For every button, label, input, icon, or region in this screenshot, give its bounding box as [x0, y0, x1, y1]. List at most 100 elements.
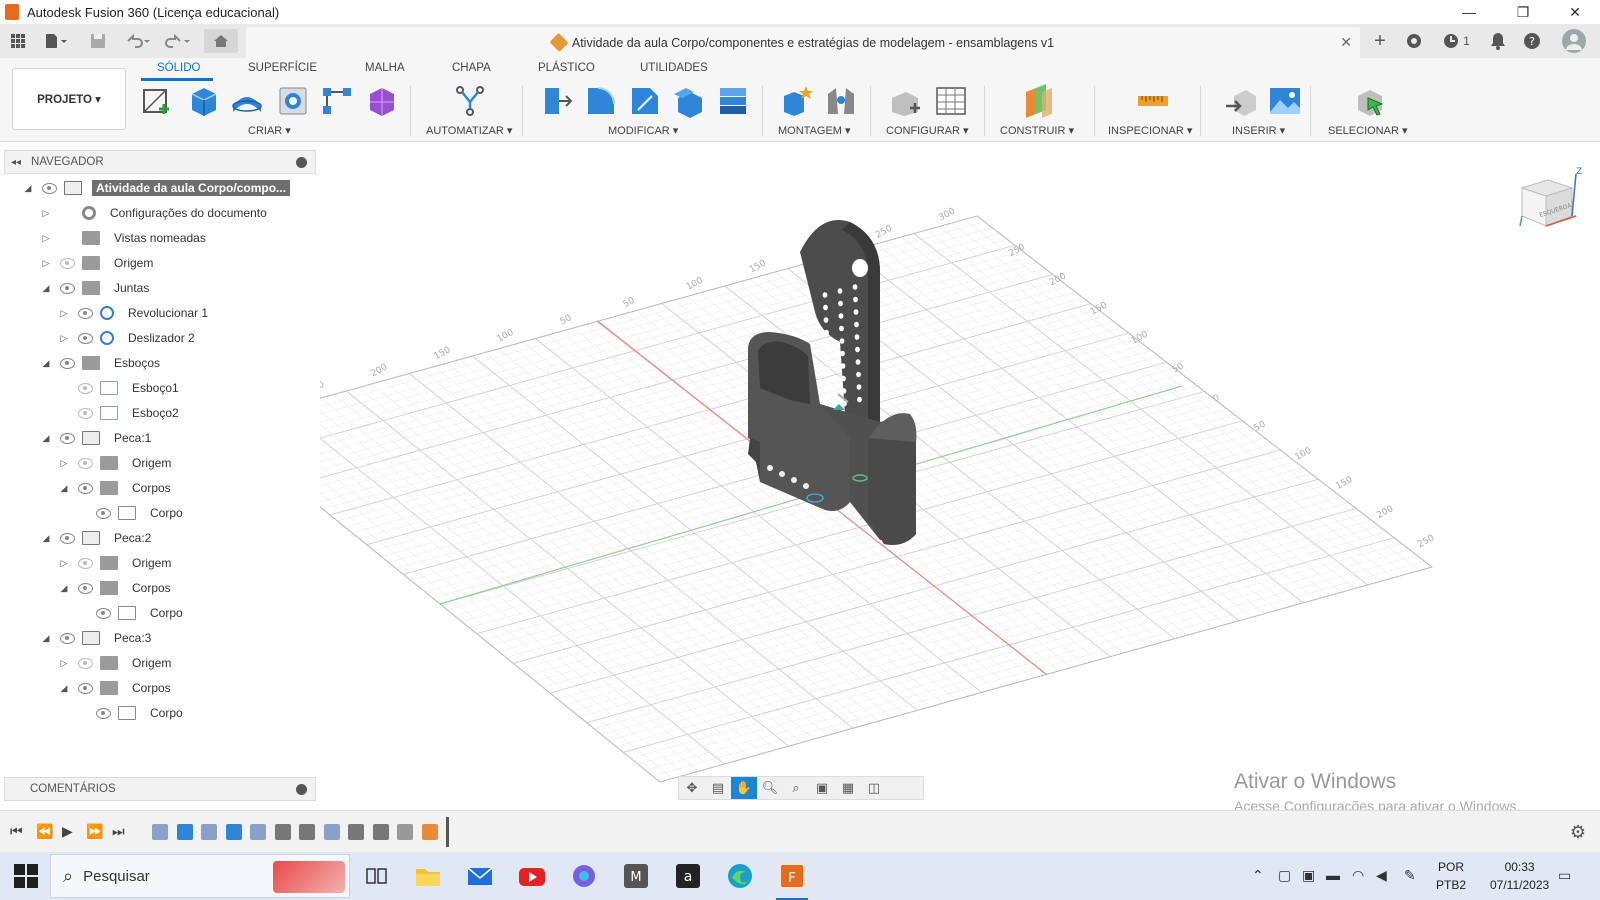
app-m-icon[interactable]: M: [622, 862, 650, 890]
project-menu-button[interactable]: PROJETO ▾: [12, 68, 126, 130]
group-montagem[interactable]: MONTAGEM ▾: [778, 124, 851, 137]
orbit-icon[interactable]: ✥: [679, 777, 705, 799]
sketch-feature-icon[interactable]: [323, 824, 340, 840]
amazon-icon[interactable]: a: [674, 862, 702, 890]
mail-icon[interactable]: [466, 862, 494, 890]
component-feature-icon[interactable]: [299, 824, 315, 840]
task-view-icon[interactable]: [362, 862, 390, 890]
viewports-icon[interactable]: ◫: [861, 777, 887, 799]
copilot-icon[interactable]: [570, 862, 598, 890]
browser-node[interactable]: ▷ Origem: [58, 652, 175, 674]
notification-center-icon[interactable]: ▭: [1558, 867, 1571, 884]
browser-node[interactable]: Corpo: [76, 702, 187, 724]
visibility-eye-icon[interactable]: [76, 557, 94, 569]
expand-toggle-icon[interactable]: ◢: [40, 533, 52, 544]
browser-node[interactable]: ◢ Atividade da aula Corpo/compo...: [22, 177, 291, 199]
chamfer-icon[interactable]: [628, 84, 662, 118]
look-at-icon[interactable]: ▤: [705, 777, 731, 799]
browser-node[interactable]: Esboço1: [58, 377, 183, 399]
browser-node[interactable]: ▷ Origem: [58, 452, 175, 474]
visibility-eye-icon[interactable]: [58, 257, 76, 269]
create-sketch-icon[interactable]: [140, 84, 174, 118]
undo-icon[interactable]: [122, 29, 154, 53]
tab-solido[interactable]: SÓLIDO: [157, 62, 200, 74]
sketch-feature-icon[interactable]: [250, 824, 266, 840]
new-component-icon[interactable]: [780, 84, 814, 118]
revolve-icon[interactable]: [230, 84, 264, 118]
tab-chapa[interactable]: CHAPA: [452, 62, 491, 74]
expand-toggle-icon[interactable]: ◢: [22, 183, 34, 194]
extrude-feature-icon[interactable]: [225, 824, 242, 840]
expand-toggle-icon[interactable]: ▷: [58, 658, 70, 669]
group-inspecionar[interactable]: INSPECIONAR ▾: [1108, 124, 1192, 137]
pattern-icon[interactable]: [320, 84, 354, 118]
expand-toggle-icon[interactable]: ▷: [58, 558, 70, 569]
visibility-eye-icon[interactable]: [94, 607, 112, 619]
construct-plane-icon[interactable]: [1022, 84, 1056, 118]
expand-toggle-icon[interactable]: ◢: [40, 283, 52, 294]
new-tab-icon[interactable]: +: [1368, 29, 1392, 53]
configuration-table-icon[interactable]: [934, 84, 968, 118]
extrude-icon[interactable]: [186, 84, 220, 118]
visibility-eye-icon[interactable]: [94, 507, 112, 519]
insert-image-icon[interactable]: [1268, 84, 1302, 118]
visibility-eye-icon[interactable]: [76, 457, 94, 469]
close-window-button[interactable]: ✕: [1552, 0, 1598, 24]
restore-button[interactable]: ❐: [1500, 0, 1546, 24]
visibility-eye-icon[interactable]: [58, 632, 76, 644]
browser-node[interactable]: ▷ Deslizador 2: [58, 327, 199, 349]
insert-derive-icon[interactable]: [1224, 84, 1258, 118]
visibility-eye-icon[interactable]: [40, 182, 58, 194]
play-icon[interactable]: ▶: [62, 823, 73, 840]
expand-toggle-icon[interactable]: ▷: [58, 308, 70, 319]
visibility-eye-icon[interactable]: [76, 682, 94, 694]
expand-toggle-icon[interactable]: ◢: [40, 358, 52, 369]
hole-icon[interactable]: [276, 84, 310, 118]
visibility-eye-icon[interactable]: [58, 532, 76, 544]
edge-browser-icon[interactable]: [726, 862, 754, 890]
file-menu-icon[interactable]: [40, 29, 72, 53]
pan-icon[interactable]: ✋: [731, 777, 757, 799]
visibility-eye-icon[interactable]: [76, 382, 94, 394]
visibility-eye-icon[interactable]: [94, 707, 112, 719]
browser-node[interactable]: Esboço2: [58, 402, 183, 424]
group-selecionar[interactable]: SELECIONAR ▾: [1328, 124, 1408, 137]
go-to-end-icon[interactable]: ⏭: [112, 823, 125, 840]
tray-display-icon[interactable]: ▣: [1302, 867, 1315, 884]
joint-feature-icon[interactable]: [372, 824, 389, 840]
panel-minimize-icon[interactable]: [296, 157, 307, 168]
browser-node[interactable]: ▷ Configurações do documento: [40, 202, 271, 224]
browser-node[interactable]: ◢ Juntas: [40, 277, 153, 299]
group-criar[interactable]: CRIAR ▾: [248, 124, 291, 137]
sketch-feature-icon[interactable]: [201, 824, 217, 840]
visibility-eye-icon[interactable]: [76, 332, 94, 344]
pen-icon[interactable]: ✎: [1404, 867, 1416, 884]
wifi-icon[interactable]: ◠: [1352, 867, 1364, 884]
visibility-eye-icon[interactable]: [76, 307, 94, 319]
measure-icon[interactable]: [1136, 84, 1170, 118]
group-configurar[interactable]: CONFIGURAR ▾: [886, 124, 969, 137]
grid-settings-icon[interactable]: ▦: [835, 777, 861, 799]
visibility-eye-icon[interactable]: [76, 657, 94, 669]
group-inserir[interactable]: INSERIR ▾: [1232, 124, 1285, 137]
browser-node[interactable]: ◢ Esboços: [40, 352, 164, 374]
file-explorer-icon[interactable]: [414, 862, 442, 890]
create-form-icon[interactable]: [364, 84, 398, 118]
tray-meet-icon[interactable]: ▢: [1278, 867, 1291, 884]
help-icon[interactable]: ?: [1520, 29, 1544, 53]
group-construir[interactable]: CONSTRUIR ▾: [1000, 124, 1074, 137]
user-avatar[interactable]: [1560, 29, 1588, 53]
configure-icon[interactable]: [888, 84, 922, 118]
close-document-button[interactable]: ✕: [1340, 34, 1352, 51]
component-feature-icon[interactable]: [274, 824, 291, 840]
browser-node[interactable]: ▷ Origem: [58, 552, 175, 574]
save-icon[interactable]: [86, 29, 110, 53]
expand-toggle-icon[interactable]: ◢: [40, 633, 52, 644]
automate-icon[interactable]: [453, 84, 487, 118]
home-icon[interactable]: [204, 29, 238, 53]
extrude-feature-icon[interactable]: [176, 824, 193, 840]
notifications-bell-icon[interactable]: [1486, 29, 1510, 53]
expand-toggle-icon[interactable]: ▷: [40, 258, 52, 269]
expand-toggle-icon[interactable]: ▷: [40, 208, 52, 219]
expand-toggle-icon[interactable]: ▷: [40, 233, 52, 244]
